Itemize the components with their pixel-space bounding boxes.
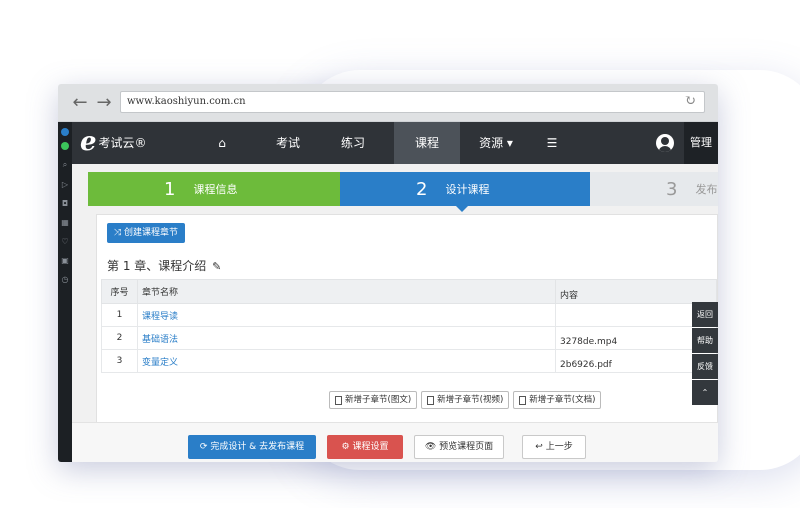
button-label: 新增子章节(图文) bbox=[345, 395, 412, 405]
finish-and-publish-button[interactable]: ⟳ 完成设计 & 去发布课程 bbox=[188, 435, 316, 459]
section-name-link[interactable]: 变量定义 bbox=[137, 349, 556, 373]
column-header-name: 章节名称 bbox=[137, 279, 556, 304]
chapter-panel: ⤨ 创建课程章节 第 1 章、课程介绍 ✎ 序号 章节名称 内容 1 课程导读 bbox=[96, 214, 718, 442]
chapter-title-text: 第 1 章、课程介绍 bbox=[107, 259, 207, 273]
nav-exam[interactable]: 考试 bbox=[244, 122, 332, 164]
logo[interactable]: e 考试云® bbox=[80, 128, 147, 156]
back-arrow-icon[interactable]: ← bbox=[70, 92, 90, 113]
nav-manage[interactable]: 管理 bbox=[684, 122, 718, 164]
action-footer: ⟳ 完成设计 & 去发布课程 ⚙ 课程设置 👁 预览课程页面 ↩ 上一步 bbox=[72, 422, 718, 462]
scroll-top-icon[interactable]: ⌃ bbox=[692, 380, 718, 405]
main-nav: ⌂ 考试 练习 课程 资源 ▾ ☰ bbox=[200, 122, 572, 164]
document-icon bbox=[519, 395, 527, 405]
step-design-course[interactable]: 2 设计课程 bbox=[340, 172, 590, 212]
app-area: e 考试云® ⌂ 考试 练习 课程 资源 ▾ ☰ 管理 1 课程信息 2 设计课… bbox=[72, 122, 718, 462]
browser-toolbar: ← → www.kaoshiyun.com.cn ↻ bbox=[58, 84, 718, 122]
clock-icon[interactable]: ◷ bbox=[58, 275, 72, 284]
nav-right: 管理 bbox=[656, 122, 718, 164]
browser-window: ← → www.kaoshiyun.com.cn ↻ ⌕ ▷ ◘ ▦ ♡ ▣ ◷… bbox=[58, 84, 718, 462]
step-label: 发布 bbox=[695, 183, 718, 196]
reload-icon[interactable]: ↻ bbox=[684, 93, 696, 109]
browser-app-icon[interactable] bbox=[61, 128, 69, 136]
row-index: 3 bbox=[101, 349, 138, 373]
camera-icon[interactable]: ◘ bbox=[58, 199, 72, 208]
step-publish[interactable]: 3 发布 bbox=[590, 172, 718, 206]
chat-app-icon[interactable] bbox=[61, 142, 69, 150]
document-icon bbox=[427, 395, 435, 405]
row-index: 1 bbox=[101, 303, 138, 327]
row-index: 2 bbox=[101, 326, 138, 350]
os-side-strip: ⌕ ▷ ◘ ▦ ♡ ▣ ◷ bbox=[58, 122, 72, 462]
top-navbar: e 考试云® ⌂ 考试 练习 课程 资源 ▾ ☰ 管理 bbox=[72, 122, 718, 164]
add-text-subsection-button[interactable]: 新增子章节(图文) bbox=[329, 391, 418, 409]
grid-icon[interactable]: ▦ bbox=[58, 218, 72, 227]
step-label: 课程信息 bbox=[193, 183, 238, 196]
send-icon[interactable]: ▷ bbox=[58, 180, 72, 189]
add-document-subsection-button[interactable]: 新增子章节(文档) bbox=[513, 391, 602, 409]
forward-arrow-icon[interactable]: → bbox=[94, 92, 114, 113]
create-chapter-button[interactable]: ⤨ 创建课程章节 bbox=[107, 223, 186, 243]
preview-course-button[interactable]: 👁 预览课程页面 bbox=[414, 435, 504, 459]
previous-step-button[interactable]: ↩ 上一步 bbox=[522, 435, 586, 459]
chapter-title: 第 1 章、课程介绍 ✎ bbox=[107, 257, 221, 274]
section-name-link[interactable]: 基础语法 bbox=[137, 326, 556, 350]
progress-stepper: 1 课程信息 2 设计课程 3 发布 bbox=[88, 172, 718, 212]
edit-pencil-icon[interactable]: ✎ bbox=[212, 260, 221, 273]
search-icon[interactable]: ⌕ bbox=[58, 160, 72, 170]
column-header-index: 序号 bbox=[101, 279, 138, 304]
step-course-info[interactable]: 1 课程信息 bbox=[88, 172, 340, 206]
table-header-row: 序号 章节名称 内容 bbox=[101, 279, 717, 304]
url-text: www.kaoshiyun.com.cn bbox=[127, 96, 246, 107]
column-header-content: 内容 bbox=[555, 279, 717, 304]
step-number: 2 bbox=[416, 178, 428, 200]
logo-text: 考试云® bbox=[98, 135, 147, 150]
floating-side-buttons: 返回 帮助 反馈 ⌃ bbox=[692, 302, 718, 406]
step-number: 1 bbox=[164, 178, 176, 200]
button-label: 新增子章节(文档) bbox=[529, 395, 596, 405]
nav-practice[interactable]: 练习 bbox=[332, 122, 374, 164]
float-feedback-button[interactable]: 反馈 bbox=[692, 354, 718, 379]
heart-icon[interactable]: ♡ bbox=[58, 237, 72, 246]
course-settings-button[interactable]: ⚙ 课程设置 bbox=[327, 435, 403, 459]
table-row: 2 基础语法 3278de.mp4 bbox=[101, 326, 717, 350]
nav-resources[interactable]: 资源 ▾ bbox=[460, 122, 532, 164]
add-subsection-buttons: 新增子章节(图文) 新增子章节(视频) 新增子章节(文档) bbox=[329, 391, 602, 409]
add-video-subsection-button[interactable]: 新增子章节(视频) bbox=[421, 391, 510, 409]
list-icon[interactable]: ☰ bbox=[532, 122, 572, 164]
box-icon[interactable]: ▣ bbox=[58, 256, 72, 265]
document-icon bbox=[335, 395, 342, 405]
table-row: 1 课程导读 bbox=[101, 303, 717, 327]
address-bar[interactable]: www.kaoshiyun.com.cn ↻ bbox=[120, 91, 705, 113]
float-help-button[interactable]: 帮助 bbox=[692, 328, 718, 353]
logo-mark: e bbox=[80, 127, 97, 157]
button-label: 新增子章节(视频) bbox=[437, 395, 504, 405]
step-number: 3 bbox=[666, 178, 678, 200]
step-label: 设计课程 bbox=[445, 183, 490, 196]
home-icon[interactable]: ⌂ bbox=[200, 122, 244, 164]
user-avatar-icon[interactable] bbox=[656, 134, 674, 152]
nav-course[interactable]: 课程 bbox=[394, 122, 460, 164]
section-table: 序号 章节名称 内容 1 课程导读 2 基础语法 3278de.mp4 3 变量… bbox=[101, 279, 717, 373]
section-name-link[interactable]: 课程导读 bbox=[137, 303, 556, 327]
table-row: 3 变量定义 2b6926.pdf bbox=[101, 349, 717, 373]
float-back-button[interactable]: 返回 bbox=[692, 302, 718, 327]
